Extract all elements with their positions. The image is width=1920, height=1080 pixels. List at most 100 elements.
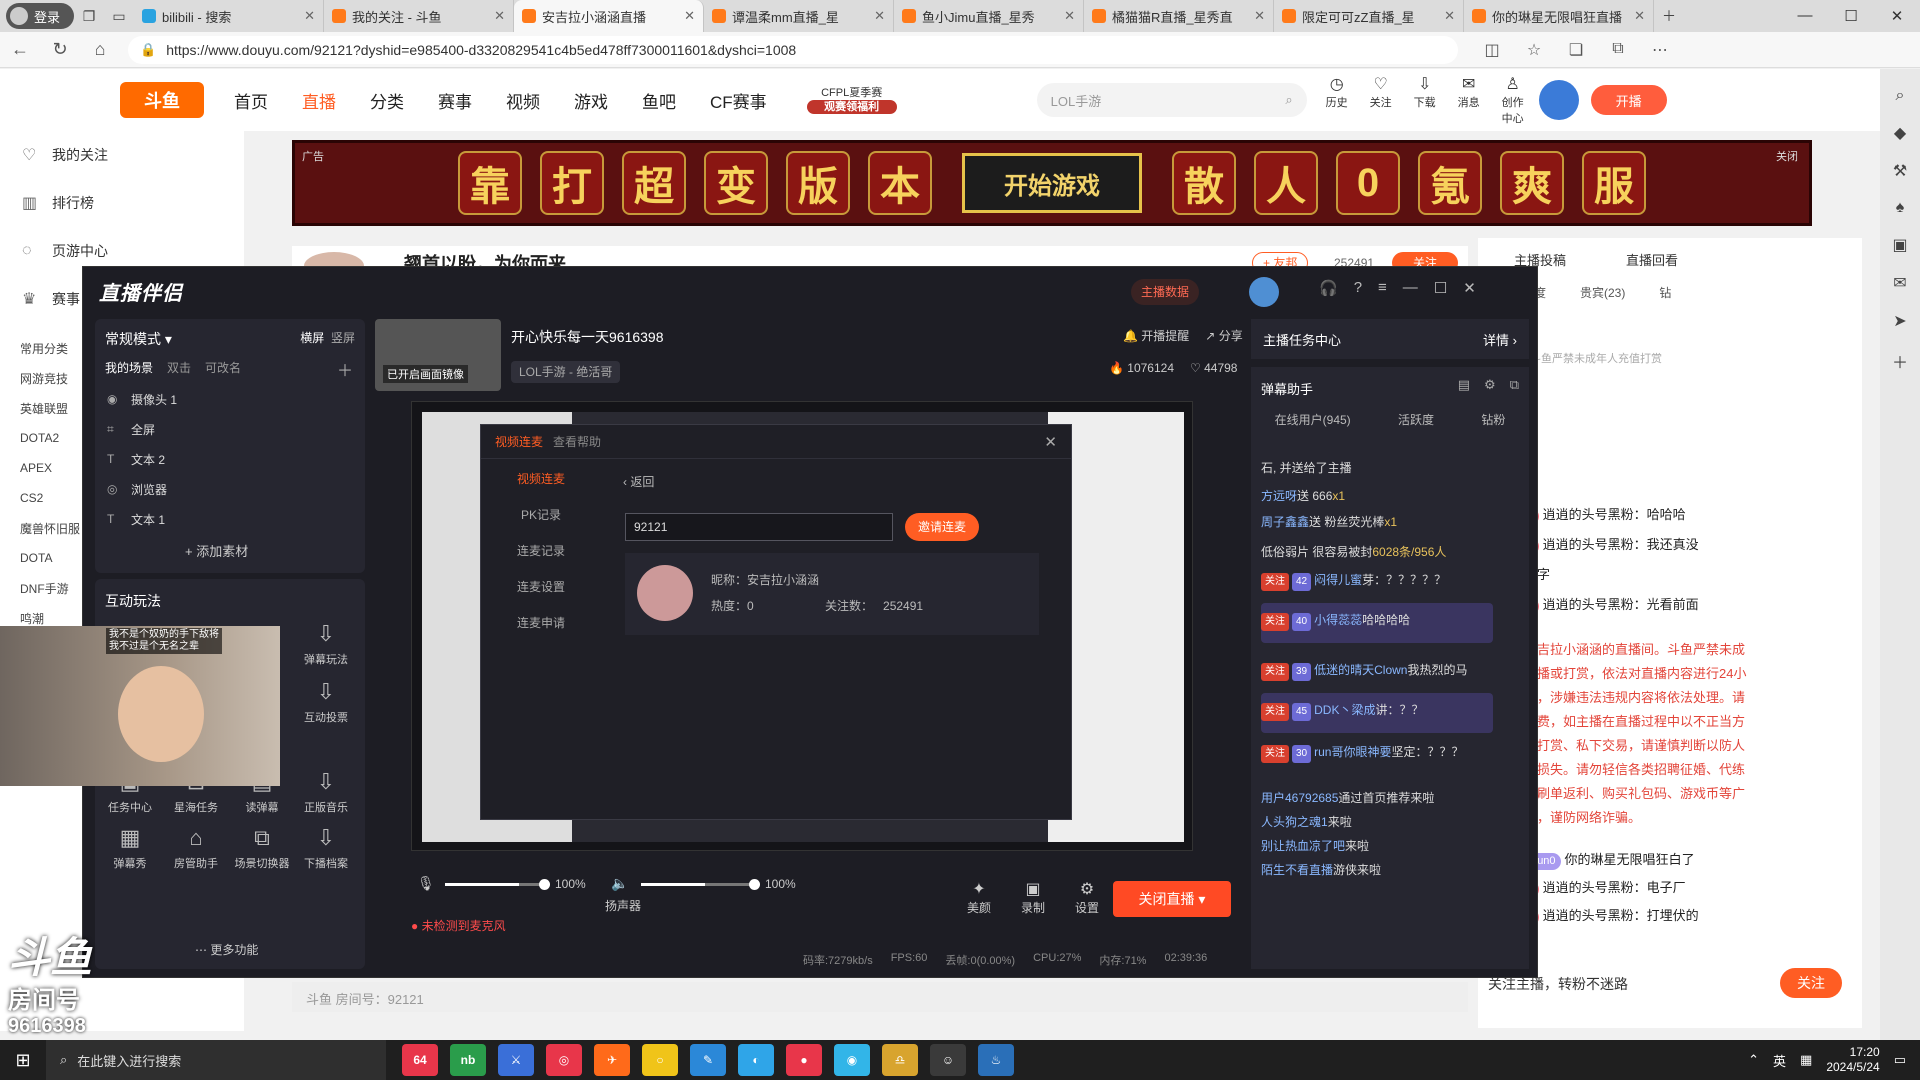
- tab-close-icon[interactable]: ✕: [304, 8, 315, 24]
- nav-0[interactable]: 首页: [234, 88, 268, 113]
- favorites-icon[interactable]: ☆: [1516, 40, 1552, 60]
- maximize-icon[interactable]: ☐: [1828, 7, 1874, 25]
- back-icon[interactable]: ←: [0, 39, 40, 60]
- browser-tab[interactable]: 我的关注 - 斗鱼 ✕: [324, 0, 514, 32]
- url-field[interactable]: 🔒 https://www.douyu.com/92121?dyshid=e98…: [128, 35, 1458, 64]
- tab-close-icon[interactable]: ✕: [1444, 8, 1455, 24]
- invite-link-button[interactable]: 邀请连麦: [905, 513, 979, 541]
- task-center-bar[interactable]: 主播任务中心 详情 ›: [1251, 319, 1529, 359]
- taskbar-app[interactable]: nb: [450, 1044, 486, 1076]
- add-source-button[interactable]: + 添加素材: [185, 541, 248, 560]
- danmu-user[interactable]: run哥你眼神要: [1314, 745, 1391, 759]
- settings-button[interactable]: ⚙ 设置: [1067, 879, 1107, 916]
- edge-games-icon[interactable]: ♠: [1880, 199, 1920, 217]
- chat-username[interactable]: 逍逍的头号黑粉：: [1543, 880, 1647, 895]
- minimize-icon[interactable]: —: [1782, 7, 1828, 25]
- browser-tab[interactable]: 鱼小Jimu直播_星秀 ✕: [894, 0, 1084, 32]
- room-id-input[interactable]: 92121: [625, 513, 893, 541]
- mic-icon[interactable]: 🎙: [417, 875, 435, 892]
- browser-tab[interactable]: 你的琳星无限唱狂直播 ✕: [1464, 0, 1654, 32]
- taskbar-app[interactable]: ⚔: [498, 1044, 534, 1076]
- tab-close-icon[interactable]: ✕: [1634, 8, 1645, 24]
- browser-tab[interactable]: bilibili - 搜索 ✕: [134, 0, 324, 32]
- taskbar-app[interactable]: ♨: [978, 1044, 1014, 1076]
- speaker-icon[interactable]: 🔈: [611, 875, 628, 892]
- split-screen-icon[interactable]: ◫: [1474, 40, 1510, 60]
- nav-6[interactable]: 鱼吧: [642, 88, 676, 113]
- nav-1[interactable]: 直播: [302, 88, 336, 113]
- orientation-toggle[interactable]: 横屏 竖屏: [300, 329, 355, 346]
- chat-username[interactable]: 逍逍的头号黑粉：: [1543, 507, 1647, 522]
- new-tab-icon[interactable]: ＋: [1654, 3, 1684, 29]
- scene-tab[interactable]: 双击: [167, 359, 191, 376]
- taskbar-app[interactable]: ◎: [546, 1044, 582, 1076]
- interaction-item[interactable]: ⇩ 正版音乐: [295, 769, 357, 815]
- room-cover-thumbnail[interactable]: 已开启画面镜像: [375, 319, 501, 391]
- danmu-user[interactable]: 小得蕊蕊: [1314, 613, 1362, 627]
- sidebar-item-0[interactable]: ♡ 我的关注: [0, 131, 244, 179]
- header-tool-3[interactable]: ✉ 消息: [1453, 74, 1485, 126]
- companion-close-icon[interactable]: ✕: [1463, 279, 1476, 297]
- mode-select[interactable]: 常规模式 ▾: [105, 329, 172, 349]
- danmu-user[interactable]: 低迷的晴天Clown: [1314, 663, 1407, 677]
- headset-icon[interactable]: 🎧: [1319, 279, 1338, 297]
- menu-icon[interactable]: ≡: [1378, 279, 1387, 297]
- header-tool-4[interactable]: ♙ 创作中心: [1497, 74, 1529, 126]
- danmu-user[interactable]: DDK丶梁成: [1314, 703, 1375, 717]
- edge-tools-icon[interactable]: ⚒: [1880, 161, 1920, 181]
- speaker-volume-slider[interactable]: [641, 879, 760, 890]
- start-broadcast-button[interactable]: 开播: [1590, 85, 1667, 115]
- dialog-menu-item[interactable]: 视频连麦: [481, 461, 601, 497]
- end-stream-button[interactable]: 关闭直播 ▾: [1113, 881, 1231, 917]
- tab-close-icon[interactable]: ✕: [1064, 8, 1075, 24]
- danmu-user[interactable]: 方远呀: [1261, 489, 1297, 503]
- mic-volume-slider[interactable]: [445, 879, 550, 890]
- chat-username[interactable]: 逍逍的头号黑粉：: [1543, 537, 1647, 552]
- ime-indicator[interactable]: 英: [1773, 1051, 1786, 1070]
- danmu-settings-icon[interactable]: ⚙: [1484, 377, 1496, 393]
- more-features-button[interactable]: ⋯ 更多功能: [195, 941, 258, 958]
- danmu-tab[interactable]: 钻粉: [1481, 411, 1505, 428]
- edge-shopping-icon[interactable]: ◆: [1880, 123, 1920, 143]
- danmu-user[interactable]: 别让热血凉了吧: [1261, 839, 1345, 853]
- close-window-icon[interactable]: ✕: [1874, 7, 1920, 25]
- home-icon[interactable]: ⌂: [80, 39, 120, 60]
- douyu-search[interactable]: LOL手游 ⌕: [1036, 83, 1307, 117]
- taskbar-app[interactable]: ◐: [738, 1044, 774, 1076]
- share-button[interactable]: ↗ 分享: [1205, 327, 1242, 344]
- dialog-help-link[interactable]: 查看帮助: [553, 433, 601, 450]
- interaction-item[interactable]: ▦ 弹幕秀: [99, 825, 161, 871]
- edge-add-icon[interactable]: ＋: [1880, 349, 1920, 373]
- dialog-back-button[interactable]: ‹ 返回: [623, 473, 654, 490]
- tray-expand-icon[interactable]: ⌃: [1748, 1052, 1759, 1068]
- notifications-icon[interactable]: ▭: [1894, 1052, 1906, 1068]
- edge-send-icon[interactable]: ➤: [1880, 311, 1920, 331]
- danmu-user[interactable]: 用户46792685: [1261, 791, 1338, 805]
- tab-close-icon[interactable]: ✕: [1254, 8, 1265, 24]
- banner-close-button[interactable]: 关闭: [1776, 148, 1798, 164]
- banner-start-game-button[interactable]: 开始游戏: [962, 153, 1142, 213]
- source-item[interactable]: T 文本 1: [107, 505, 347, 533]
- keyboard-icon[interactable]: ▦: [1800, 1052, 1812, 1068]
- user-avatar[interactable]: [1538, 80, 1579, 120]
- nav-2[interactable]: 分类: [370, 88, 404, 113]
- clock[interactable]: 17:20 2024/5/24: [1826, 1045, 1879, 1075]
- chat-tab[interactable]: 贵宾(23): [1580, 284, 1625, 301]
- nav-3[interactable]: 赛事: [438, 88, 472, 113]
- scene-tab[interactable]: 可改名: [205, 359, 241, 376]
- edge-search-icon[interactable]: ⌕: [1880, 87, 1920, 105]
- dialog-close-icon[interactable]: ✕: [1044, 433, 1057, 451]
- dialog-menu-item[interactable]: PK记录: [481, 497, 601, 533]
- chat-username[interactable]: 你的琳星无限唱狂: [1565, 852, 1669, 867]
- taskbar-app[interactable]: ✎: [690, 1044, 726, 1076]
- profile-button[interactable]: 登录: [6, 3, 74, 29]
- companion-maximize-icon[interactable]: ☐: [1434, 279, 1447, 297]
- chat-username[interactable]: 逍逍的头号黑粉：: [1543, 908, 1647, 923]
- remind-button[interactable]: 🔔 开播提醒: [1123, 327, 1189, 344]
- interaction-item[interactable]: ⇩ 下播档案: [295, 825, 357, 871]
- danmu-user[interactable]: 闷得儿蜜: [1314, 573, 1362, 587]
- tab-actions-icon[interactable]: ▭: [104, 3, 134, 29]
- tab-close-icon[interactable]: ✕: [874, 8, 885, 24]
- add-scene-icon[interactable]: ＋: [337, 357, 353, 381]
- taskbar-app[interactable]: ☺: [930, 1044, 966, 1076]
